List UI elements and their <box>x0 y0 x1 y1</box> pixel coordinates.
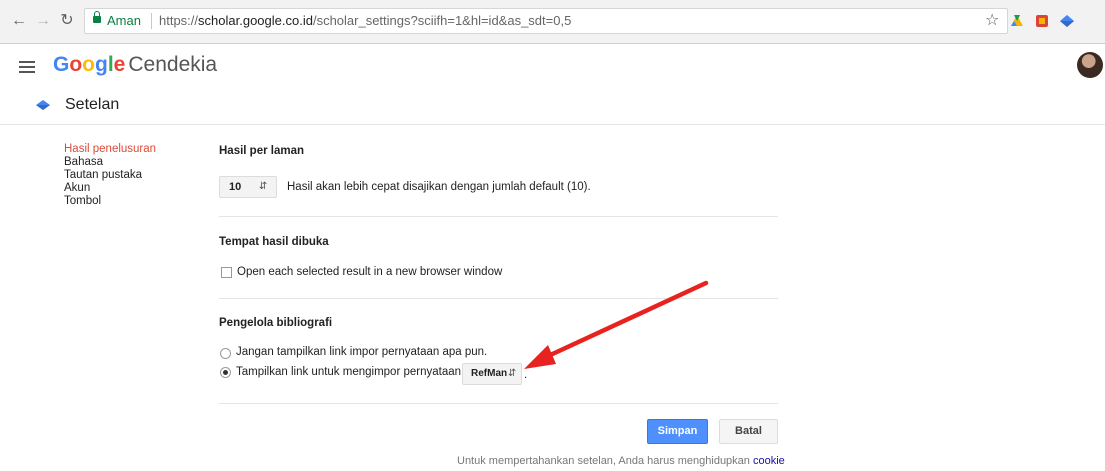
app-header: Google Cendekia <box>0 44 1105 89</box>
radio-no-import-links[interactable] <box>220 348 231 359</box>
google-cendekia-logo[interactable]: Google Cendekia <box>53 52 217 78</box>
google-wordmark: Google <box>53 53 125 76</box>
page-title: Setelan <box>65 96 120 113</box>
lock-icon <box>93 11 101 23</box>
url-prefix: https:// <box>159 13 199 28</box>
settings-sidebar: Hasil penelusuran Bahasa Tautan pustaka … <box>64 143 184 208</box>
reload-icon[interactable]: ↻ <box>58 12 76 30</box>
settings-bar: Setelan <box>0 89 1105 125</box>
save-button[interactable]: Simpan <box>647 419 708 444</box>
divider <box>219 298 778 299</box>
scholar-cap-icon <box>36 100 50 110</box>
results-per-page-description: Hasil akan lebih cepat disajikan dengan … <box>287 181 591 193</box>
new-window-checkbox[interactable] <box>221 267 232 278</box>
url-path: /scholar_settings?sciifh=1&hl=id&as_sdt=… <box>312 13 572 28</box>
annotation-arrow-head <box>524 345 556 369</box>
menu-icon[interactable] <box>19 61 35 73</box>
address-separator <box>151 13 152 29</box>
radio-show-import-links-label[interactable]: Tampilkan link untuk mengimpor pernyataa… <box>236 366 476 378</box>
url-text: https://scholar.google.co.id/scholar_set… <box>159 9 571 33</box>
new-window-checkbox-label[interactable]: Open each selected result in a new brows… <box>237 266 502 278</box>
trailing-period: . <box>524 369 528 381</box>
results-per-page-value: 10 <box>229 181 242 193</box>
cookie-link[interactable]: cookie <box>753 455 785 467</box>
radio-no-import-links-label[interactable]: Jangan tampilkan link impor pernyataan a… <box>236 346 487 358</box>
bookmark-star-icon[interactable]: ☆ <box>985 12 999 30</box>
section-title-results-per-page: Hasil per laman <box>219 145 305 157</box>
updown-icon: ⇵ <box>508 368 517 379</box>
logo-letter: e <box>113 53 126 76</box>
product-name: Cendekia <box>128 53 218 76</box>
url-host: scholar.google.co.id <box>198 13 313 28</box>
logo-letter: G <box>53 53 70 76</box>
sidebar-item-bahasa[interactable]: Bahasa <box>64 156 184 169</box>
radio-show-import-links[interactable] <box>220 367 231 378</box>
extension-scholar-icon[interactable] <box>1059 13 1075 29</box>
divider <box>219 216 778 217</box>
address-bar[interactable]: Aman https://scholar.google.co.id/schola… <box>84 8 1008 34</box>
secure-label: Aman <box>107 13 141 28</box>
sidebar-item-tautan-pustaka[interactable]: Tautan pustaka <box>64 169 184 182</box>
section-title-bibliography: Pengelola bibliografi <box>219 317 333 329</box>
bibliography-manager-select[interactable]: RefMan ⇵ <box>462 363 522 385</box>
extension-shield-icon[interactable] <box>1034 13 1050 29</box>
annotation-arrow-shaft <box>543 280 709 360</box>
section-title-open-results: Tempat hasil dibuka <box>219 236 329 248</box>
bibliography-manager-value: RefMan <box>471 368 508 379</box>
logo-letter: o <box>69 53 83 76</box>
cancel-button[interactable]: Batal <box>719 419 778 444</box>
browser-toolbar: ← → ↻ Aman https://scholar.google.co.id/… <box>0 0 1105 44</box>
results-per-page-select[interactable]: 10 ⇵ <box>219 176 277 198</box>
cookie-note-text: Untuk mempertahankan setelan, Anda harus… <box>457 455 750 467</box>
divider <box>219 403 778 404</box>
logo-letter: g <box>95 53 108 76</box>
cookie-note: Untuk mempertahankan setelan, Anda harus… <box>457 455 785 467</box>
sidebar-item-akun[interactable]: Akun <box>64 182 184 195</box>
sidebar-item-tombol[interactable]: Tombol <box>64 195 184 208</box>
sidebar-item-hasil-penelusuran[interactable]: Hasil penelusuran <box>64 143 184 156</box>
logo-letter: o <box>82 53 95 76</box>
back-arrow-icon[interactable]: ← <box>10 12 28 30</box>
updown-icon: ⇵ <box>259 181 268 192</box>
extension-drive-icon[interactable] <box>1009 13 1025 29</box>
avatar[interactable] <box>1077 52 1103 78</box>
forward-arrow-icon[interactable]: → <box>34 12 52 30</box>
